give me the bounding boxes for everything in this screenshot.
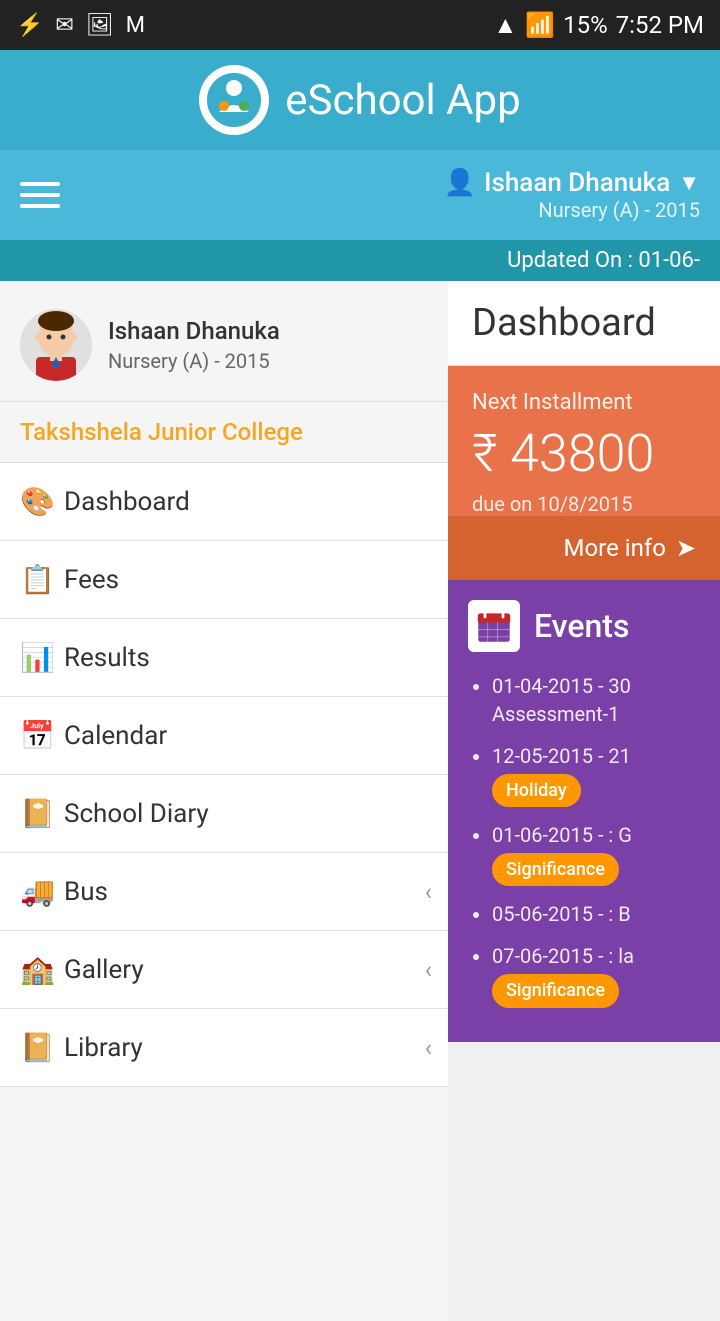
- sidebar-item-results[interactable]: 📊 Results: [0, 619, 448, 697]
- user-info: 👤 Ishaan Dhanuka ▼ Nursery (A) - 2015: [444, 168, 700, 222]
- list-item: 05-06-2015 - : B: [492, 900, 700, 928]
- event-text-3: 01-06-2015 - : G: [492, 823, 632, 847]
- toolbar: 👤 Ishaan Dhanuka ▼ Nursery (A) - 2015: [0, 150, 720, 240]
- gallery-arrow-icon: ‹: [425, 956, 432, 984]
- sidebar-item-label-dashboard: Dashboard: [64, 487, 190, 517]
- list-item: 12-05-2015 - 21 Holiday: [492, 742, 700, 807]
- dashboard-icon: 🎨: [20, 485, 64, 518]
- hamburger-line-1: [20, 182, 60, 186]
- sidebar-item-library[interactable]: 📔 Library ‹: [0, 1009, 448, 1087]
- wifi-icon: ▲: [493, 11, 517, 40]
- sidebar-item-dashboard[interactable]: 🎨 Dashboard: [0, 463, 448, 541]
- more-info-label: More info: [564, 534, 666, 562]
- signal-icon: 📶: [525, 11, 555, 39]
- event-text-5: 07-06-2015 - : la: [492, 944, 634, 968]
- sidebar-item-bus[interactable]: 🚚 Bus ‹: [0, 853, 448, 931]
- list-item: 01-06-2015 - : G Significance: [492, 821, 700, 886]
- fees-icon: 📋: [20, 563, 64, 596]
- time-display: 7:52 PM: [616, 11, 704, 39]
- event-text-2: 12-05-2015 - 21: [492, 744, 631, 768]
- events-card: Events 01-04-2015 - 30Assessment-1 12-05…: [448, 580, 720, 1042]
- user-name: Ishaan Dhanuka: [484, 168, 670, 198]
- app-header: eSchool App: [0, 50, 720, 150]
- significance-badge-2: Significance: [492, 974, 619, 1007]
- sidebar: Ishaan Dhanuka Nursery (A) - 2015 Takshs…: [0, 281, 448, 1321]
- sidebar-item-label-calendar: Calendar: [64, 721, 167, 751]
- sidebar-item-label-fees: Fees: [64, 565, 119, 595]
- sidebar-item-label-gallery: Gallery: [64, 955, 144, 985]
- status-icons-left: ⚡ ✉ 🖼 M: [16, 13, 145, 38]
- sidebar-item-calendar[interactable]: 📅 Calendar: [0, 697, 448, 775]
- sidebar-item-label-school-diary: School Diary: [64, 799, 209, 829]
- bus-icon: 🚚: [20, 875, 64, 908]
- dropdown-arrow-icon: ▼: [678, 170, 700, 196]
- profile-name: Ishaan Dhanuka: [108, 317, 280, 345]
- app-title: eSchool App: [285, 76, 520, 125]
- right-panel: Dashboard Next Installment ₹ 43800 due o…: [448, 281, 720, 1321]
- profile-details: Ishaan Dhanuka Nursery (A) - 2015: [108, 317, 280, 373]
- image-icon: 🖼: [86, 13, 114, 38]
- hamburger-line-2: [20, 193, 60, 197]
- event-text-4: 05-06-2015 - : B: [492, 902, 631, 926]
- updated-banner: Updated On : 01-06-: [0, 240, 720, 281]
- app-logo: [199, 65, 269, 135]
- list-item: 07-06-2015 - : la Significance: [492, 942, 700, 1007]
- updated-text: Updated On : 01-06-: [507, 248, 700, 273]
- person-icon: 👤: [444, 168, 476, 198]
- fees-card: Next Installment ₹ 43800 due on 10/8/201…: [448, 366, 720, 516]
- hamburger-menu[interactable]: [20, 182, 60, 208]
- fees-label: Next Installment: [472, 390, 696, 415]
- sidebar-item-school-diary[interactable]: 📔 School Diary: [0, 775, 448, 853]
- sidebar-item-label-bus: Bus: [64, 877, 108, 907]
- more-info-arrow-icon: ➤: [676, 534, 696, 562]
- email-icon: ✉: [55, 13, 73, 38]
- main-layout: Ishaan Dhanuka Nursery (A) - 2015 Takshs…: [0, 281, 720, 1321]
- avatar: [20, 309, 92, 381]
- sidebar-item-label-library: Library: [64, 1033, 143, 1063]
- event-text-1: 01-04-2015 - 30Assessment-1: [492, 674, 631, 726]
- battery-text: 15%: [563, 11, 608, 39]
- profile-area: Ishaan Dhanuka Nursery (A) - 2015: [0, 281, 448, 402]
- gmail-icon: M: [126, 13, 145, 38]
- status-icons-right: ▲ 📶 15% 7:52 PM: [493, 11, 704, 40]
- fees-due: due on 10/8/2015: [472, 492, 696, 516]
- events-title: Events: [534, 607, 629, 645]
- profile-class: Nursery (A) - 2015: [108, 349, 280, 373]
- bus-arrow-icon: ‹: [425, 878, 432, 906]
- school-diary-icon: 📔: [20, 797, 64, 830]
- user-name-row[interactable]: 👤 Ishaan Dhanuka ▼: [444, 168, 700, 198]
- significance-badge-1: Significance: [492, 853, 619, 886]
- more-info-button[interactable]: More info ➤: [448, 516, 720, 580]
- user-class: Nursery (A) - 2015: [538, 198, 700, 222]
- library-arrow-icon: ‹: [425, 1034, 432, 1062]
- events-list: 01-04-2015 - 30Assessment-1 12-05-2015 -…: [468, 672, 700, 1008]
- usb-icon: ⚡: [16, 13, 43, 38]
- calendar-icon: 📅: [20, 719, 64, 752]
- list-item: 01-04-2015 - 30Assessment-1: [492, 672, 700, 728]
- library-icon: 📔: [20, 1031, 64, 1064]
- hamburger-line-3: [20, 204, 60, 208]
- school-name: Takshshela Junior College: [0, 402, 448, 463]
- holiday-badge: Holiday: [492, 774, 581, 807]
- dashboard-header: Dashboard: [448, 281, 720, 366]
- gallery-icon: 🏫: [20, 953, 64, 986]
- events-calendar-icon: [468, 600, 520, 652]
- sidebar-item-label-results: Results: [64, 643, 150, 673]
- fees-amount: ₹ 43800: [472, 423, 696, 484]
- sidebar-item-gallery[interactable]: 🏫 Gallery ‹: [0, 931, 448, 1009]
- status-bar: ⚡ ✉ 🖼 M ▲ 📶 15% 7:52 PM: [0, 0, 720, 50]
- results-icon: 📊: [20, 641, 64, 674]
- events-header: Events: [468, 600, 700, 652]
- sidebar-item-fees[interactable]: 📋 Fees: [0, 541, 448, 619]
